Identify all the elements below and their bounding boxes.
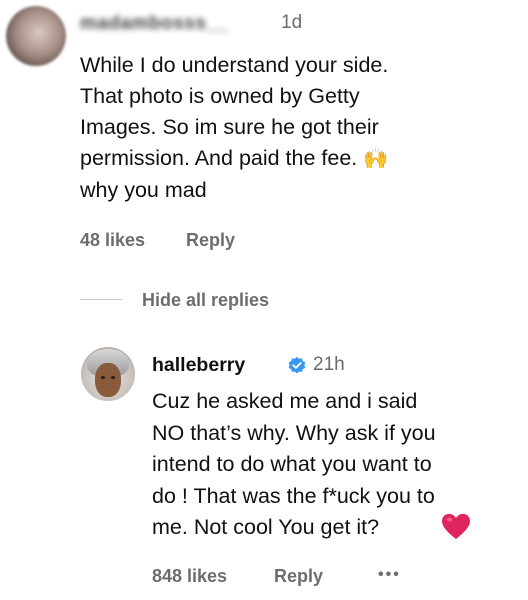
comment-body: While I do understand your side. That ph… (80, 53, 389, 170)
reply-time: 21h (313, 354, 345, 375)
avatar-eye (101, 376, 105, 379)
comment-username[interactable]: madambosss__ (80, 13, 229, 35)
comment-time: 1d (281, 12, 303, 33)
avatar[interactable] (81, 347, 135, 401)
comment-text: While I do understand your side. That ph… (80, 50, 510, 206)
heart-emoji-icon (442, 513, 470, 540)
comment-body-tail: why you mad (80, 178, 207, 202)
verified-badge-icon (288, 356, 306, 374)
hide-replies-button[interactable]: Hide all replies (142, 290, 269, 311)
reply-username[interactable]: halleberry (152, 354, 245, 377)
avatar-face (95, 363, 121, 397)
thread-divider (80, 299, 122, 300)
comment-likes[interactable]: 48 likes (80, 230, 145, 251)
reply-reply-button[interactable]: Reply (274, 566, 323, 587)
avatar-eye (111, 376, 115, 379)
avatar[interactable] (6, 6, 66, 66)
more-options-icon[interactable]: ••• (378, 566, 401, 584)
reply-likes[interactable]: 848 likes (152, 566, 227, 587)
comment-reply-button[interactable]: Reply (186, 230, 235, 251)
raised-hands-emoji-icon: 🙌 (363, 148, 389, 170)
